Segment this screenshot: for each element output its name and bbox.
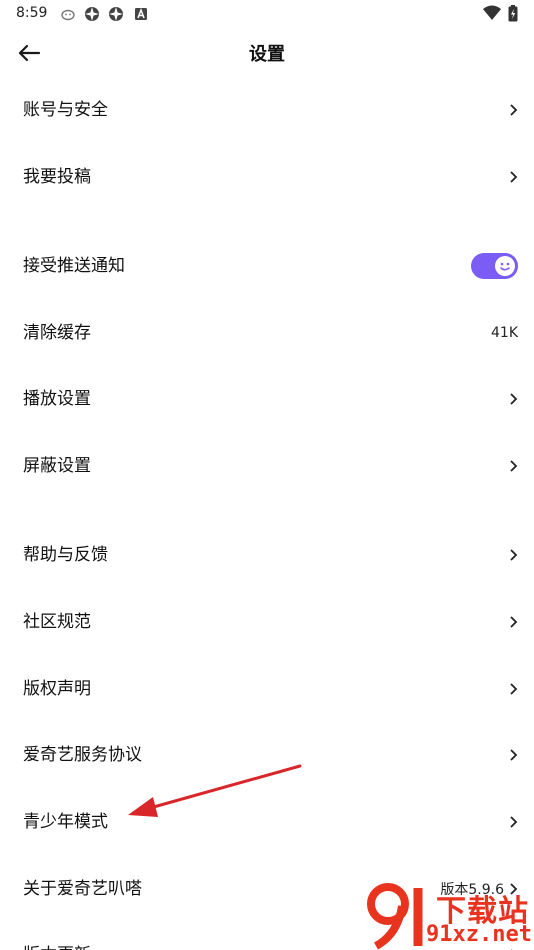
settings-row-label: 接受推送通知: [23, 256, 125, 276]
settings-row-block[interactable]: 屏蔽设置: [0, 433, 534, 499]
chevron-right-icon: [510, 393, 518, 405]
settings-row-account[interactable]: 账号与安全: [0, 77, 534, 143]
settings-row-community[interactable]: 社区规范: [0, 589, 534, 655]
cache-size: 41K: [491, 325, 518, 341]
settings-row-label: 我要投稿: [23, 167, 91, 187]
watermark-logo: [367, 883, 423, 950]
settings-row-label: 帮助与反馈: [23, 545, 108, 565]
watermark-text-bottom: 91xz.net: [426, 922, 532, 947]
settings-row-playback[interactable]: 播放设置: [0, 366, 534, 432]
settings-row-teen[interactable]: 青少年模式: [0, 789, 534, 855]
settings-row-submit[interactable]: 我要投稿: [0, 144, 534, 210]
page-title: 设置: [249, 44, 285, 65]
chevron-right-icon: [510, 171, 518, 183]
chevron-right-icon: [510, 616, 518, 628]
chevron-right-icon: [510, 683, 518, 695]
settings-row-label: 账号与安全: [23, 100, 108, 120]
chevron-right-icon: [510, 749, 518, 761]
settings-row-label: 播放设置: [23, 389, 91, 409]
aperture-icon: [85, 7, 99, 21]
settings-row-label: 版本更新: [23, 922, 91, 950]
settings-row-label: 关于爱奇艺叭嗒: [23, 879, 142, 899]
settings-row-label: 社区规范: [23, 612, 91, 632]
watermark: 下载站 91xz.net: [362, 882, 534, 950]
chevron-right-icon: [510, 549, 518, 561]
settings-row-copyright[interactable]: 版权声明: [0, 656, 534, 722]
smile-icon: [500, 262, 510, 271]
settings-row-push: 接受推送通知: [0, 233, 534, 299]
settings-row-cache[interactable]: 清除缓存 41K: [0, 300, 534, 366]
chevron-right-icon: [510, 460, 518, 472]
status-bar: 8:59: [0, 0, 534, 28]
status-time: 8:59: [16, 5, 48, 21]
settings-row-label: 清除缓存: [23, 323, 91, 343]
settings-row-help[interactable]: 帮助与反馈: [0, 522, 534, 588]
settings-row-label: 青少年模式: [23, 812, 108, 832]
app-header: 设置: [0, 28, 534, 76]
aperture-icon: [109, 7, 123, 21]
chevron-right-icon: [510, 816, 518, 828]
wifi-icon: [483, 5, 501, 20]
cat-icon: [61, 9, 75, 21]
settings-row-label: 爱奇艺服务协议: [23, 745, 142, 765]
chevron-right-icon: [510, 104, 518, 116]
toggle-knob: [495, 256, 515, 276]
battery-charging-icon: [508, 5, 518, 22]
settings-row-agreement[interactable]: 爱奇艺服务协议: [0, 722, 534, 788]
settings-row-label: 屏蔽设置: [23, 456, 91, 476]
settings-row-label: 版权声明: [23, 679, 91, 699]
a-badge-icon: [135, 7, 147, 20]
push-toggle[interactable]: [471, 253, 518, 279]
